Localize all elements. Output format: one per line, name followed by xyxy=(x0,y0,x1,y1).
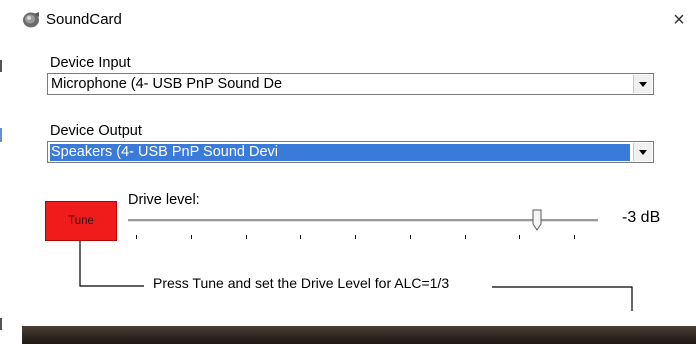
window-edge-mark xyxy=(0,128,2,142)
device-output-value: Speakers (4- USB PnP Sound Devi xyxy=(50,144,630,161)
hint-connector-left xyxy=(96,285,144,287)
slider-track xyxy=(128,219,598,222)
device-output-select[interactable]: Speakers (4- USB PnP Sound Devi xyxy=(47,141,654,163)
slider-tick xyxy=(355,235,356,239)
slider-tick xyxy=(464,235,466,239)
dropdown-button[interactable] xyxy=(633,143,652,161)
device-input-value: Microphone (4- USB PnP Sound De xyxy=(51,76,283,92)
chevron-down-icon xyxy=(639,149,647,155)
close-button[interactable]: × xyxy=(668,9,690,31)
slider-tick xyxy=(519,235,521,239)
hint-bracket-left xyxy=(79,241,96,287)
title-bar: SoundCard × xyxy=(0,0,696,40)
slider-thumb[interactable] xyxy=(532,209,542,231)
slider-tick xyxy=(574,235,575,239)
drive-level-label: Drive level: xyxy=(128,192,200,208)
device-input-select[interactable]: Microphone (4- USB PnP Sound De xyxy=(47,73,654,95)
slider-tick xyxy=(409,235,411,239)
speaker-icon xyxy=(22,11,40,29)
device-input-label: Device Input xyxy=(50,55,131,71)
bottom-panel xyxy=(22,326,696,344)
tune-button-label: Tune xyxy=(68,215,94,227)
dropdown-button[interactable] xyxy=(633,75,652,93)
slider-tick xyxy=(190,235,192,239)
slider-tick xyxy=(245,235,247,239)
window-title: SoundCard xyxy=(46,11,122,28)
drive-level-slider[interactable] xyxy=(128,208,598,242)
device-output-label: Device Output xyxy=(50,123,142,139)
window-edge-mark xyxy=(0,318,2,330)
hint-text: Press Tune and set the Drive Level for A… xyxy=(153,275,450,291)
hint-bracket-right xyxy=(492,286,633,311)
window-edge-mark xyxy=(0,60,2,72)
slider-tick xyxy=(136,235,137,239)
close-icon: × xyxy=(673,9,685,31)
slider-tick xyxy=(300,235,302,239)
chevron-down-icon xyxy=(639,81,647,87)
drive-level-value: -3 dB xyxy=(622,209,661,226)
tune-button[interactable]: Tune xyxy=(45,201,117,241)
